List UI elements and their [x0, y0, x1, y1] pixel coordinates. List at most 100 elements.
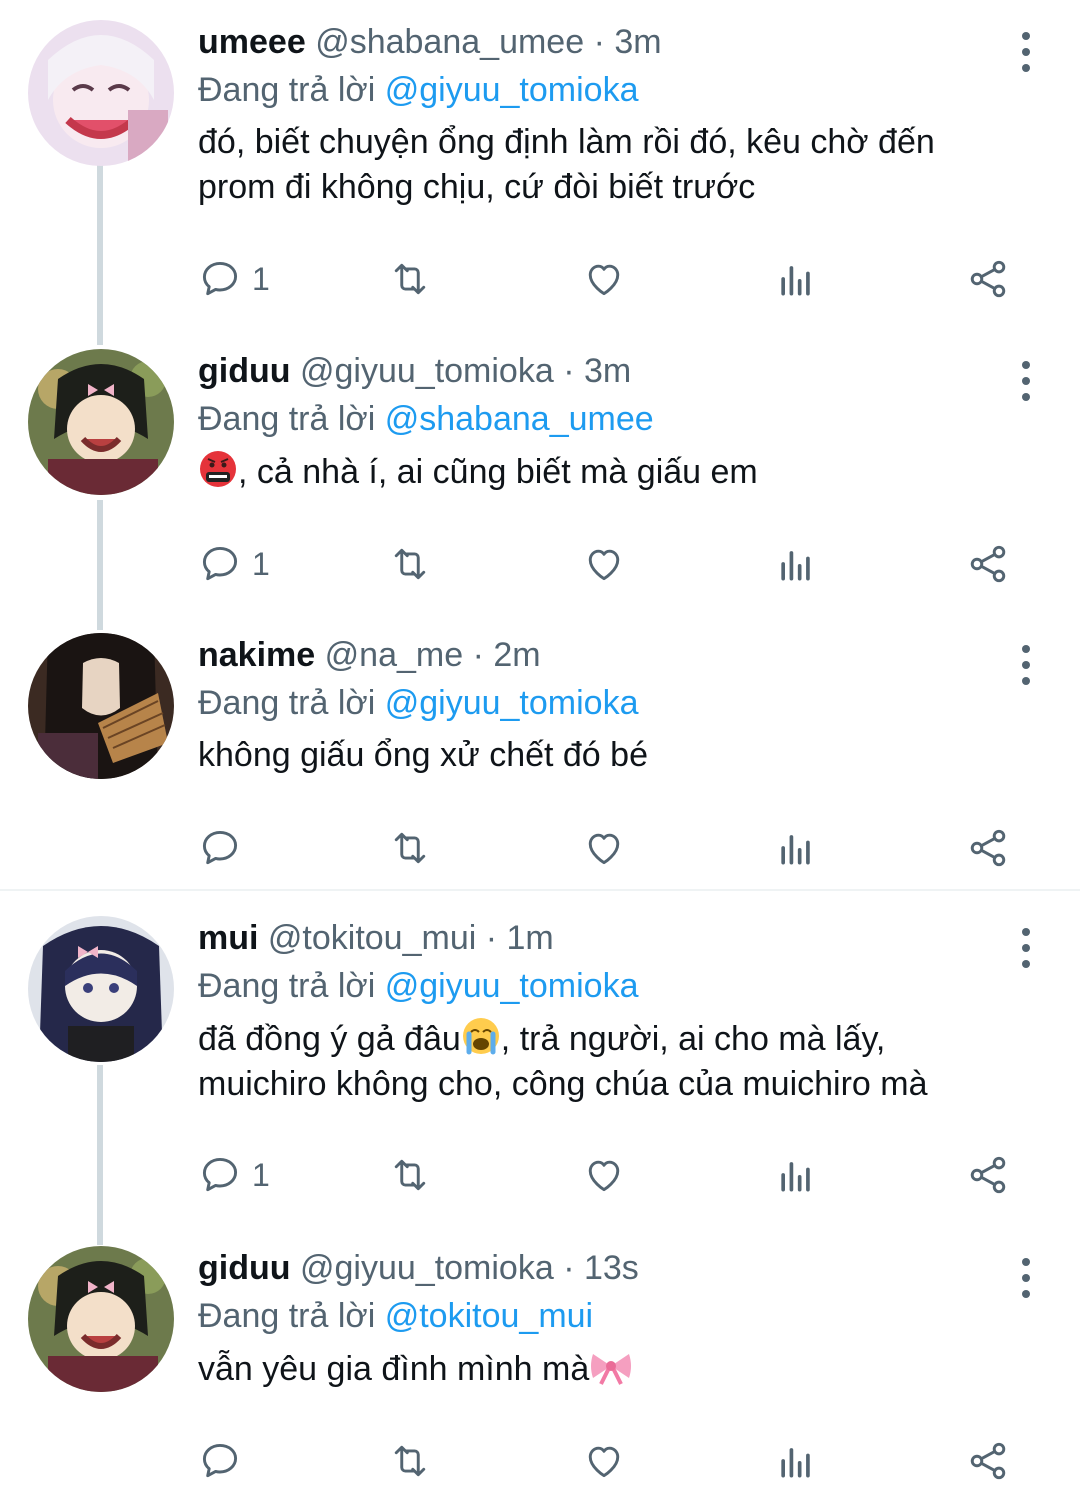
- tweet-text: vẫn yêu gia đình mình mà: [198, 1346, 1020, 1392]
- heart-icon: [588, 833, 620, 865]
- reply-icon: [202, 1157, 238, 1192]
- reply-icon: [202, 546, 238, 581]
- avatar[interactable]: [28, 1246, 174, 1392]
- display-name[interactable]: mui: [198, 919, 258, 957]
- face-with-symbols-on-mouth-icon: [200, 451, 236, 487]
- avatar[interactable]: [28, 633, 174, 779]
- tweet-text-body: đó, biết chuyện ổng định làm rồi đó, kêu…: [198, 123, 935, 206]
- separator-dot: ·: [553, 352, 584, 390]
- thread-line: [97, 150, 103, 345]
- views-button[interactable]: [774, 1436, 818, 1486]
- reply-mention[interactable]: @giyuu_tomioka: [385, 71, 639, 109]
- separator-dot: ·: [584, 23, 615, 61]
- reply-icon: [202, 261, 238, 296]
- avatar[interactable]: [28, 349, 174, 495]
- display-name[interactable]: umeee: [198, 23, 306, 61]
- views-button[interactable]: [774, 539, 818, 589]
- like-button[interactable]: [582, 1436, 626, 1486]
- avatar[interactable]: [28, 916, 174, 1062]
- tweet-actions: 1: [198, 254, 1028, 304]
- heart-icon: [588, 1446, 620, 1478]
- more-options-icon[interactable]: [1018, 928, 1034, 968]
- timestamp[interactable]: 3m: [584, 352, 631, 390]
- retweet-icon: [394, 548, 426, 580]
- heart-icon: [588, 549, 620, 581]
- like-button[interactable]: [582, 539, 626, 589]
- reply-prefix: Đang trả lời: [198, 684, 376, 722]
- reply-mention[interactable]: @tokitou_mui: [385, 1297, 593, 1335]
- retweet-icon: [394, 1445, 426, 1477]
- retweet-button[interactable]: [388, 254, 432, 304]
- tweet-actions: [198, 823, 1028, 873]
- ribbon-icon: [591, 1354, 632, 1385]
- reply-count: 1: [252, 260, 270, 297]
- divider: [0, 889, 1080, 891]
- share-button[interactable]: [966, 823, 1010, 873]
- share-button[interactable]: [966, 539, 1010, 589]
- reply-prefix: Đang trả lời: [198, 967, 376, 1005]
- reply-button[interactable]: 1: [198, 254, 270, 304]
- tweet-text-body: đã đồng ý gả đâu: [198, 1020, 461, 1058]
- tweet-actions: 1: [198, 539, 1028, 589]
- retweet-icon: [394, 832, 426, 864]
- reply-mention[interactable]: @giyuu_tomioka: [385, 684, 639, 722]
- like-button[interactable]: [582, 1150, 626, 1200]
- timestamp[interactable]: 2m: [493, 636, 540, 674]
- views-button[interactable]: [774, 1150, 818, 1200]
- reply-button[interactable]: [198, 823, 252, 873]
- timestamp[interactable]: 13s: [584, 1249, 639, 1287]
- bar-chart-icon: [781, 1162, 810, 1192]
- share-icon: [970, 545, 1006, 583]
- more-options-icon[interactable]: [1018, 645, 1034, 685]
- display-name[interactable]: giduu: [198, 1249, 291, 1287]
- views-button[interactable]: [774, 823, 818, 873]
- display-name[interactable]: nakime: [198, 636, 315, 674]
- tweet-text-body: , cả nhà í, ai cũng biết mà giấu em: [238, 453, 758, 491]
- share-button[interactable]: [966, 1150, 1010, 1200]
- more-options-icon[interactable]: [1018, 32, 1034, 72]
- share-icon: [970, 260, 1006, 298]
- user-handle[interactable]: @giyuu_tomioka: [300, 352, 554, 390]
- display-name[interactable]: giduu: [198, 352, 291, 390]
- user-handle[interactable]: @giyuu_tomioka: [300, 1249, 554, 1287]
- reply-button[interactable]: 1: [198, 1150, 270, 1200]
- bar-chart-icon: [781, 551, 810, 581]
- reply-button[interactable]: 1: [198, 539, 270, 589]
- reply-prefix: Đang trả lời: [198, 1297, 376, 1335]
- more-options-icon[interactable]: [1018, 361, 1034, 401]
- tweet-text: đã đồng ý gả đâu, trả người, ai cho mà l…: [198, 1016, 1020, 1107]
- tweet-actions: 1: [198, 1150, 1028, 1200]
- share-icon: [970, 1156, 1006, 1194]
- share-icon: [970, 829, 1006, 867]
- loudly-crying-face-icon: [462, 1018, 499, 1055]
- retweet-button[interactable]: [388, 1436, 432, 1486]
- retweet-button[interactable]: [388, 823, 432, 873]
- bar-chart-icon: [781, 1448, 810, 1478]
- share-button[interactable]: [966, 254, 1010, 304]
- avatar[interactable]: [28, 20, 174, 166]
- reply-mention[interactable]: @giyuu_tomioka: [385, 967, 639, 1005]
- heart-icon: [588, 1160, 620, 1192]
- reply-count: 1: [252, 545, 270, 582]
- reply-count: 1: [252, 1156, 270, 1193]
- tweet-text-body: vẫn yêu gia đình mình mà: [198, 1350, 590, 1388]
- timestamp[interactable]: 1m: [507, 919, 554, 957]
- share-button[interactable]: [966, 1436, 1010, 1486]
- like-button[interactable]: [582, 254, 626, 304]
- retweet-button[interactable]: [388, 1150, 432, 1200]
- views-button[interactable]: [774, 254, 818, 304]
- reply-mention[interactable]: @shabana_umee: [385, 400, 654, 438]
- timestamp[interactable]: 3m: [614, 23, 661, 61]
- thread-line: [97, 500, 103, 630]
- user-handle[interactable]: @tokitou_mui: [268, 919, 476, 957]
- retweet-button[interactable]: [388, 539, 432, 589]
- like-button[interactable]: [582, 823, 626, 873]
- separator-dot: ·: [553, 1249, 584, 1287]
- reply-button[interactable]: [198, 1436, 252, 1486]
- user-handle[interactable]: @na_me: [325, 636, 463, 674]
- tweet-text: đó, biết chuyện ổng định làm rồi đó, kêu…: [198, 120, 1020, 210]
- thread-line: [97, 1065, 103, 1245]
- user-handle[interactable]: @shabana_umee: [315, 23, 584, 61]
- reply-icon: [202, 1443, 238, 1478]
- more-options-icon[interactable]: [1018, 1258, 1034, 1298]
